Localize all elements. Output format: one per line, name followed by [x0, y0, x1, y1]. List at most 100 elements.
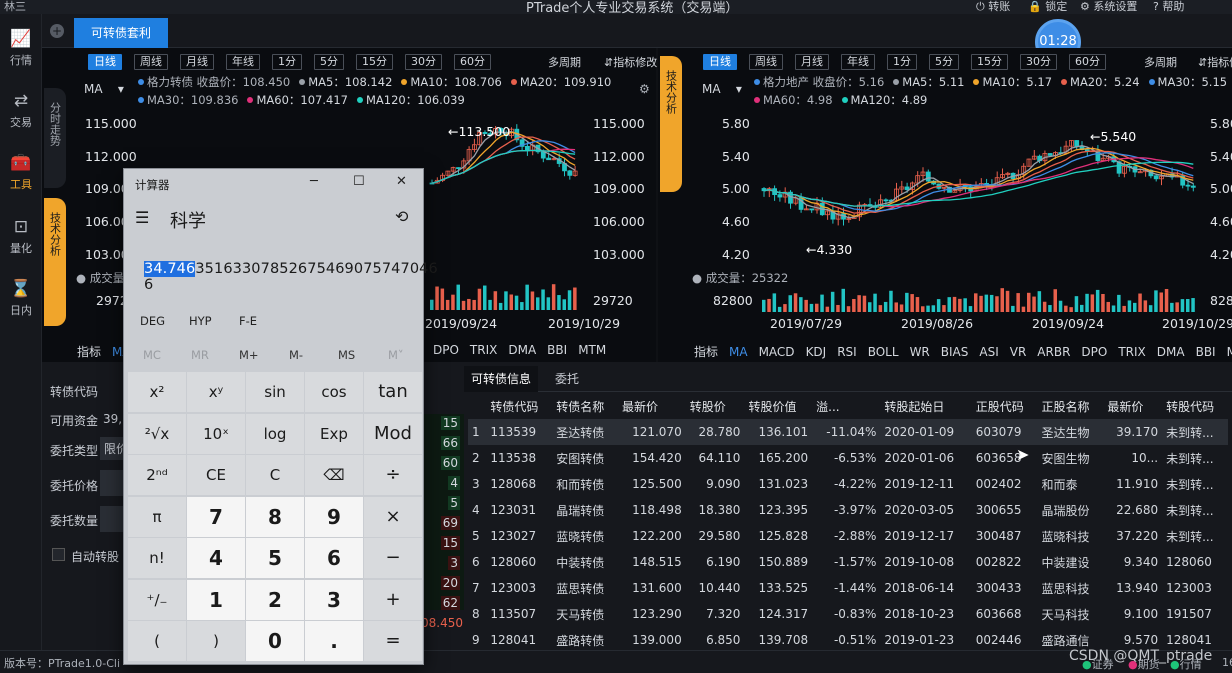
column-header[interactable]: 转股代码 [1162, 393, 1228, 419]
tab-orders[interactable]: 委托 [544, 366, 590, 392]
price-stepper[interactable] [100, 470, 124, 496]
sidebar-item-intraday[interactable]: ⌛ 日内 [0, 272, 42, 324]
calc-key[interactable]: − [364, 538, 422, 578]
calc-key[interactable]: π [128, 496, 186, 537]
auto-convert-checkbox[interactable] [52, 548, 65, 561]
calc-key[interactable]: 1 [187, 579, 245, 620]
close-button[interactable]: ✕ [396, 174, 407, 189]
calc-key[interactable]: ⌫ [305, 455, 363, 495]
calc-key[interactable]: 0 [246, 621, 304, 661]
indicator-asi[interactable]: ASI [979, 345, 998, 359]
tab-convertible-arbitrage[interactable]: 可转债套利 [74, 18, 168, 48]
calc-key[interactable]: 4 [187, 538, 245, 578]
calc-key[interactable]: Exp [305, 413, 363, 454]
m-plus-button[interactable]: M+ [239, 348, 259, 362]
column-header[interactable]: 正股名称 [1038, 393, 1104, 419]
indicator-dpo[interactable]: DPO [1081, 345, 1107, 359]
table-row[interactable]: 5 123027 蓝晓转债 122.200 29.580 125.828 -2.88% 201… [468, 523, 1228, 549]
calc-key[interactable]: 6 [305, 538, 363, 578]
table-row[interactable]: 4 123031 晶瑞转债 118.498 18.380 123.395 -3.97% 202… [468, 497, 1228, 523]
calc-key[interactable]: 8 [246, 496, 304, 537]
minimize-button[interactable]: ─ [310, 174, 318, 189]
hyp-button[interactable]: HYP [189, 314, 212, 328]
qty-stepper[interactable] [100, 506, 124, 532]
column-header[interactable]: 转股价值 [744, 393, 812, 419]
calc-key[interactable]: 5 [246, 538, 304, 578]
indicator-bbi[interactable]: BBI [547, 343, 567, 357]
indicator-wr[interactable]: WR [910, 345, 930, 359]
table-row[interactable]: 3 128068 和而转债 125.500 9.090 131.023 -4.22% 2019… [468, 471, 1228, 497]
calc-key[interactable]: CE [187, 455, 245, 495]
calc-key[interactable]: × [364, 496, 422, 537]
sidebar-item-quant[interactable]: ⊡ 量化 [0, 210, 42, 262]
indicator-dma[interactable]: DMA [1157, 345, 1185, 359]
table-row[interactable]: 2 113538 安图转债 154.420 64.110 165.200 -6.53% 202… [468, 445, 1228, 471]
indicator-ma[interactable]: MA [729, 345, 748, 359]
calc-key[interactable]: . [305, 621, 363, 661]
calc-key[interactable]: x² [128, 372, 186, 412]
indicator-mtm[interactable]: MTM [578, 343, 606, 357]
indicator-dpo[interactable]: DPO [433, 343, 459, 357]
calc-key[interactable]: tan [364, 372, 422, 412]
transfer-button[interactable]: ⏻ 转账 [976, 0, 1010, 14]
column-header[interactable]: 最新价 [618, 393, 686, 419]
calc-key[interactable]: ÷ [364, 455, 422, 495]
add-tab-button[interactable]: + [50, 24, 64, 38]
indicator-trix[interactable]: TRIX [1118, 345, 1145, 359]
calc-key[interactable]: C [246, 455, 304, 495]
calc-key[interactable]: 9 [305, 496, 363, 537]
column-header[interactable]: 正股代码 [972, 393, 1038, 419]
history-icon[interactable]: ⟲ [395, 207, 408, 226]
column-header[interactable]: 转股价 [686, 393, 745, 419]
column-header[interactable]: 最新价 [1103, 393, 1162, 419]
calc-key[interactable]: 7 [187, 496, 245, 537]
indicator-bbi[interactable]: BBI [1196, 345, 1216, 359]
m-minus-button[interactable]: M- [289, 348, 303, 362]
column-header[interactable]: 转债代码 [486, 393, 552, 419]
calc-key[interactable]: 10ˣ [187, 413, 245, 454]
indicator-mtm[interactable]: MTM [1227, 345, 1232, 359]
lock-button[interactable]: 🔒 锁定 [1028, 0, 1067, 14]
calc-key[interactable]: ⁺∕₋ [128, 579, 186, 620]
calc-key[interactable]: n! [128, 538, 186, 578]
m-list-button[interactable]: M˅ [388, 348, 404, 362]
hamburger-menu-icon[interactable]: ☰ [135, 208, 149, 227]
indicator-macd[interactable]: MACD [759, 345, 795, 359]
calc-key[interactable]: Mod [364, 413, 422, 454]
calc-key[interactable]: sin [246, 372, 304, 412]
calc-key[interactable]: 2 [246, 579, 304, 620]
calc-key[interactable]: cos [305, 372, 363, 412]
indicator-trix[interactable]: TRIX [470, 343, 497, 357]
indicator-arbr[interactable]: ARBR [1037, 345, 1070, 359]
calc-key[interactable]: xʸ [187, 372, 245, 412]
ms-button[interactable]: MS [338, 348, 355, 362]
table-row[interactable]: 7 123003 蓝思转债 131.600 10.440 133.525 -1.44% 201… [468, 575, 1228, 601]
sidebar-item-trade[interactable]: ⇄ 交易 [0, 84, 42, 136]
indicator-vr[interactable]: VR [1010, 345, 1027, 359]
column-header[interactable]: 转股起始日 [880, 393, 971, 419]
calc-key[interactable]: ) [187, 621, 245, 661]
calc-key[interactable]: log [246, 413, 304, 454]
sidebar-item-tools[interactable]: 🧰 工具 [0, 146, 42, 198]
settings-button[interactable]: ⚙ 系统设置 [1080, 0, 1137, 14]
table-row[interactable]: 8 113507 天马转债 123.290 7.320 124.317 -0.83% 2018… [468, 601, 1228, 627]
mr-button[interactable]: MR [191, 348, 209, 362]
calc-key[interactable]: ( [128, 621, 186, 661]
indicator-dma[interactable]: DMA [508, 343, 536, 357]
sidebar-item-quotes[interactable]: 📈 行情 [0, 22, 42, 74]
fe-button[interactable]: F-E [239, 314, 257, 328]
help-button[interactable]: ? 帮助 [1153, 0, 1184, 14]
calc-key[interactable]: + [364, 579, 422, 620]
angle-unit-button[interactable]: DEG [140, 314, 165, 328]
tab-bond-info[interactable]: 可转债信息 [464, 366, 538, 392]
column-header[interactable]: 溢... [812, 393, 880, 419]
maximize-button[interactable]: ☐ [353, 174, 365, 189]
mc-button[interactable]: MC [143, 348, 161, 362]
calc-key[interactable]: ²√x [128, 413, 186, 454]
table-row[interactable]: 1 113539 圣达转债 121.070 28.780 136.101 -11.04% 20… [468, 419, 1228, 445]
indicator-kdj[interactable]: KDJ [806, 345, 827, 359]
indicator-boll[interactable]: BOLL [868, 345, 899, 359]
column-header[interactable]: 转债名称 [552, 393, 618, 419]
calc-key[interactable]: 3 [305, 579, 363, 620]
indicator-rsi[interactable]: RSI [837, 345, 857, 359]
